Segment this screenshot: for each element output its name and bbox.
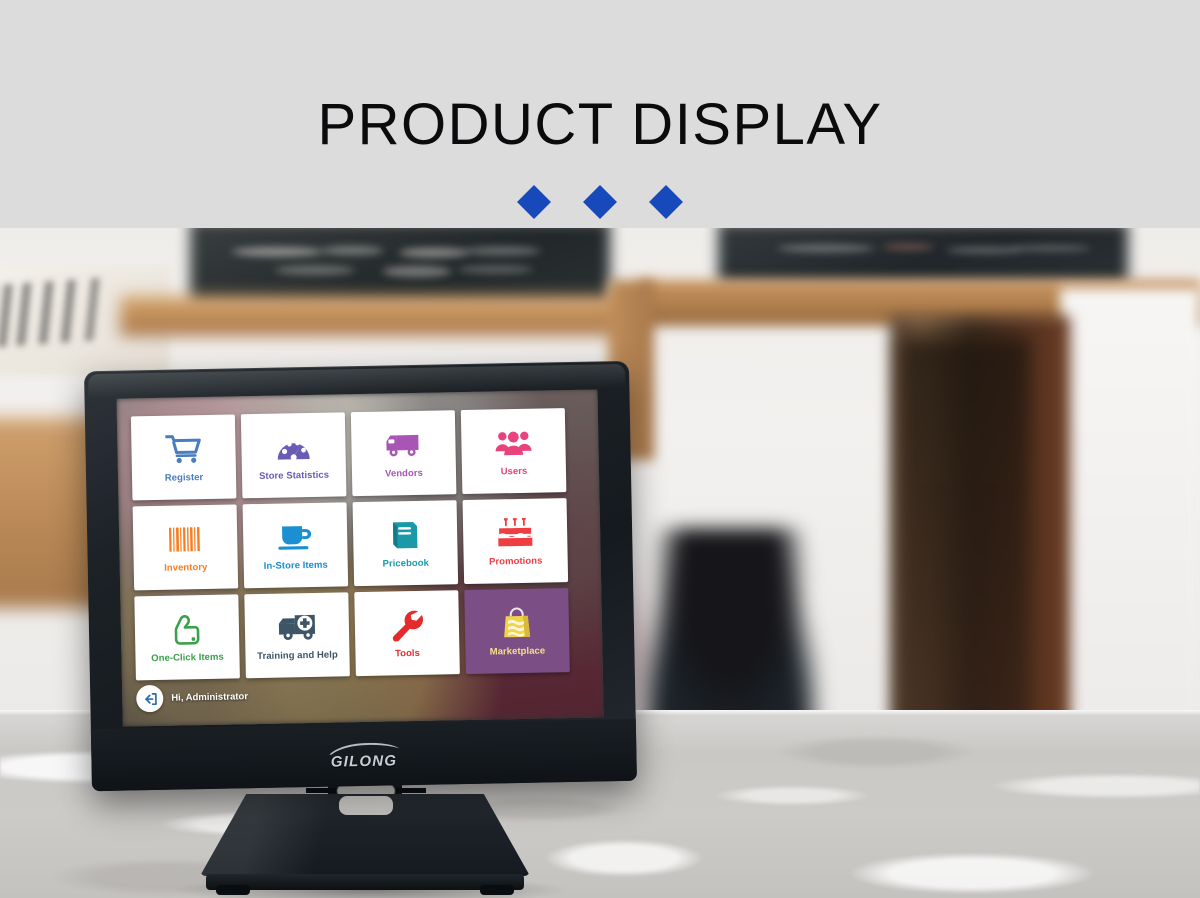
tile-label: Pricebook <box>382 557 430 570</box>
brand-name: GILONG <box>330 752 398 771</box>
tile-label: In-Store Items <box>263 559 328 572</box>
delivery-truck-icon <box>384 425 423 466</box>
brand-logo: GILONG <box>91 738 636 775</box>
stand-foot-left <box>216 885 250 895</box>
stand-foot-right <box>480 885 514 895</box>
product-photo-scene: GILONG Register Store Statistics Vendors… <box>0 228 1200 898</box>
tile-label: One-Click Items <box>151 651 224 665</box>
tile-label: Vendors <box>384 467 424 480</box>
pointing-hand-icon <box>172 609 203 650</box>
stand-hinge <box>339 796 393 815</box>
tile-label: Register <box>164 472 204 484</box>
monitor-stand <box>200 774 530 895</box>
users-group-icon <box>494 423 533 464</box>
tile-training-and-help[interactable]: Training and Help <box>244 592 350 679</box>
tile-in-store-items[interactable]: In-Store Items <box>242 502 349 589</box>
tile-one-click-items[interactable]: One-Click Items <box>134 594 240 681</box>
wrench-icon <box>390 605 425 646</box>
tile-promotions[interactable]: Promotions <box>462 498 569 585</box>
logout-arrow-icon <box>145 692 157 705</box>
background-wall-right <box>1060 288 1200 718</box>
logout-button[interactable] <box>136 684 164 713</box>
tile-label: Store Statistics <box>258 469 330 482</box>
background-chalkboard-right-text <box>760 234 1090 270</box>
tile-vendors[interactable]: Vendors <box>350 410 457 497</box>
app-tile-grid: Register Store Statistics Vendors Users … <box>130 408 586 681</box>
user-greeting-label: Hi, Administrator <box>171 691 249 704</box>
speedometer-icon <box>275 427 312 468</box>
coffee-cup-icon <box>276 517 315 558</box>
tile-label: Users <box>500 465 528 478</box>
tile-label: Inventory <box>164 561 208 574</box>
tile-pricebook[interactable]: Pricebook <box>352 500 459 587</box>
tile-users[interactable]: Users <box>460 408 567 495</box>
background-chalkboard-left-text <box>230 240 570 282</box>
background-wood-beam-left <box>120 296 640 336</box>
barcode-icon <box>168 519 203 560</box>
stand-base-plate <box>206 874 524 890</box>
page-title: PRODUCT DISPLAY <box>317 92 883 157</box>
diamond-icon <box>649 185 683 219</box>
tile-label: Marketplace <box>489 645 546 658</box>
diamond-icon <box>517 185 551 219</box>
banner-header: PRODUCT DISPLAY <box>0 0 1200 228</box>
tile-tools[interactable]: Tools <box>354 590 460 677</box>
tile-label: Promotions <box>488 555 543 568</box>
tile-store-statistics[interactable]: Store Statistics <box>240 412 347 499</box>
tile-register[interactable]: Register <box>130 414 237 501</box>
tile-label: Training and Help <box>257 649 338 663</box>
background-door-shadow <box>900 338 1030 728</box>
touchscreen-display[interactable]: Register Store Statistics Vendors Users … <box>116 389 604 727</box>
tile-marketplace[interactable]: Marketplace <box>464 588 570 675</box>
book-icon <box>389 515 422 556</box>
pos-terminal: GILONG Register Store Statistics Vendors… <box>83 360 637 792</box>
monitor-bezel-bottom: GILONG <box>90 718 637 792</box>
shopping-bag-icon <box>501 603 534 644</box>
tile-label: Tools <box>394 647 421 660</box>
ambulance-icon <box>277 607 318 648</box>
shopping-cart-icon <box>165 429 202 470</box>
birthday-cake-icon <box>496 513 535 554</box>
tile-inventory[interactable]: Inventory <box>132 504 239 591</box>
diamond-divider <box>0 185 1200 219</box>
diamond-icon <box>583 185 617 219</box>
product-display-page: PRODUCT DISPLAY GILONG Register Store St… <box>0 0 1200 898</box>
user-status-bar: Hi, Administrator <box>136 683 249 713</box>
